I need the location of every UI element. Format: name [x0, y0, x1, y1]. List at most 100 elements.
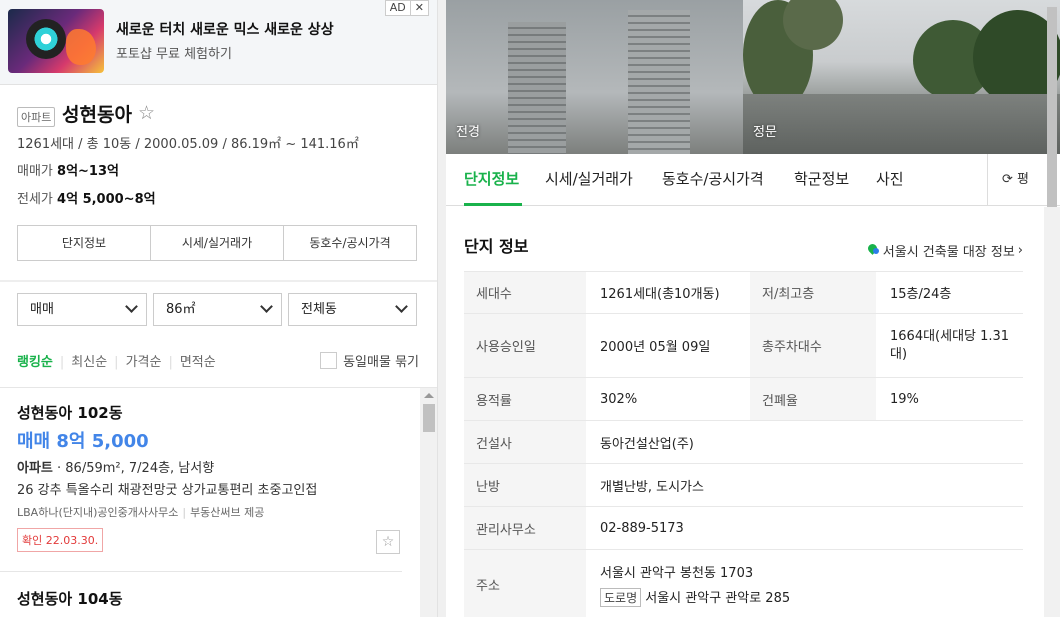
- dong-select[interactable]: 전체동: [288, 293, 417, 326]
- registry-link[interactable]: 서울시 건축물 대장 정보 ›: [867, 241, 1023, 260]
- area-select[interactable]: 86㎡: [153, 293, 282, 326]
- refresh-icon: ⟳: [1002, 172, 1013, 187]
- active-tab-indicator: [464, 203, 522, 206]
- table-row: 건설사 동아건설산업(주): [464, 420, 1023, 464]
- sale-price-value: 8억~13억: [57, 164, 119, 179]
- property-summary: 1261세대 / 총 10동 / 2000.05.09 / 86.19㎡ ~ 1…: [17, 137, 359, 152]
- ad-thumbnail[interactable]: [8, 9, 104, 73]
- table-row: 사용승인일 2000년 05월 09일 총주차대수 1664대(세대당 1.31…: [464, 313, 1023, 378]
- listing-spec: 아파트 · 86/59m², 7/24층, 남서향: [17, 457, 402, 476]
- panel-divider: [438, 0, 446, 617]
- table-row: 용적률 302% 건폐율 19%: [464, 377, 1023, 421]
- complex-info-table: 세대수 1261세대(총10개동) 저/최고층 15층/24층 사용승인일 20…: [464, 271, 1023, 617]
- listing-spec-text: · 86/59m², 7/24층, 남서향: [52, 461, 215, 476]
- photo-strip: 전경 정문: [446, 0, 1060, 154]
- photo-label: 정문: [753, 125, 777, 140]
- row-value: 개별난방, 도시가스: [586, 463, 1023, 507]
- trade-type-select[interactable]: 매매: [17, 293, 147, 326]
- card-title: 단지 정보: [464, 237, 529, 256]
- address-cell: 서울시 관악구 봉천동 1703 도로명 서울시 관악구 관악로 285: [586, 549, 1023, 617]
- listing-price: 매매 8억 5,000: [17, 431, 149, 452]
- row-key: 관리사무소: [464, 506, 586, 550]
- ad-subtitle[interactable]: 포토샵 무료 체험하기: [116, 43, 232, 62]
- tab-unit-public-price[interactable]: 동호수/공시가격: [662, 168, 764, 189]
- tab-photos[interactable]: 사진: [876, 168, 904, 189]
- favorite-star-icon[interactable]: ☆: [138, 102, 155, 124]
- left-panel: 새로운 터치 새로운 믹스 새로운 상상 포토샵 무료 체험하기 AD ✕ 아파…: [0, 0, 438, 617]
- listing-agent[interactable]: LBA하나(단지내)공인중개사사무소: [17, 506, 178, 519]
- property-type-tag: 아파트: [17, 107, 56, 127]
- sort-price[interactable]: 가격순: [126, 355, 162, 370]
- ad-banner[interactable]: 새로운 터치 새로운 믹스 새로운 상상 포토샵 무료 체험하기 AD ✕: [0, 0, 437, 85]
- detail-scrollbar[interactable]: [1044, 7, 1060, 617]
- scroll-thumb[interactable]: [423, 404, 435, 432]
- photo-label: 전경: [456, 125, 480, 140]
- list-item[interactable]: 성현동아 104동: [0, 572, 420, 609]
- road-name-tag: 도로명: [600, 588, 642, 608]
- photo-main-gate[interactable]: 정문: [743, 0, 1060, 154]
- trade-type-value: 매매: [30, 302, 54, 317]
- pyeong-label: 평: [1017, 172, 1030, 187]
- building-registry-icon: [867, 244, 880, 257]
- row-key: 총주차대수: [750, 313, 876, 378]
- property-name: 성현동아: [62, 104, 132, 126]
- ad-close-icon[interactable]: ✕: [409, 1, 428, 15]
- sale-price-line: 매매가 8억~13억: [17, 160, 119, 179]
- table-row: 주소 서울시 관악구 봉천동 1703 도로명 서울시 관악구 관악로 285: [464, 549, 1023, 617]
- listing-provider: 부동산써브 제공: [190, 506, 265, 519]
- jeonse-price-value: 4억 5,000~8억: [57, 192, 156, 207]
- listing-title[interactable]: 성현동아 104동: [17, 588, 420, 609]
- photo-overview[interactable]: 전경: [446, 0, 743, 154]
- jibun-address: 서울시 관악구 봉천동 1703: [600, 566, 754, 582]
- row-value: 1664대(세대당 1.31대): [876, 313, 1023, 378]
- row-key: 용적률: [464, 377, 586, 421]
- table-row: 세대수 1261세대(총10개동) 저/최고층 15층/24층: [464, 271, 1023, 314]
- sort-latest[interactable]: 최신순: [71, 355, 107, 370]
- jeonse-price-line: 전세가 4억 5,000~8억: [17, 188, 156, 207]
- tab-complex-info[interactable]: 단지정보: [18, 226, 150, 260]
- row-value: 1261세대(총10개동): [586, 271, 750, 314]
- scroll-up-icon[interactable]: [424, 393, 434, 398]
- row-value: 15층/24층: [876, 271, 1023, 314]
- registry-link-label[interactable]: 서울시 건축물 대장 정보: [883, 241, 1015, 260]
- filter-selects: 매매 86㎡ 전체동: [17, 293, 417, 326]
- listing-list: 성현동아 102동 매매 8억 5,000 아파트 · 86/59m², 7/2…: [0, 388, 420, 617]
- row-key: 주소: [464, 549, 586, 617]
- property-tab-buttons: 단지정보 시세/실거래가 동호수/공시가격: [17, 225, 417, 261]
- list-scrollbar[interactable]: [420, 388, 437, 617]
- chevron-down-icon: [260, 300, 273, 313]
- table-row: 관리사무소 02-889-5173: [464, 506, 1023, 550]
- ad-label: AD: [389, 1, 406, 14]
- sort-bar: 랭킹순 | 최신순 | 가격순 | 면적순 동일매물 묶기: [17, 351, 419, 371]
- tab-unit-public-price[interactable]: 동호수/공시가격: [283, 226, 416, 260]
- right-panel: 전경 정문 단지정보 시세/실거래가 동호수/공시가격 학군정보 사진 ⟳ 평 …: [446, 0, 1060, 617]
- scroll-thumb[interactable]: [1047, 7, 1057, 207]
- chevron-down-icon: [395, 300, 408, 313]
- ad-badge: AD ✕: [384, 0, 429, 16]
- sort-area[interactable]: 면적순: [180, 355, 216, 370]
- detail-tabs: 단지정보 시세/실거래가 동호수/공시가격 학군정보 사진 ⟳ 평: [446, 154, 1060, 206]
- complex-info-card: 단지 정보 서울시 건축물 대장 정보 › 세대수 1261세대(총10개동) …: [446, 207, 1044, 617]
- tab-price-trades[interactable]: 시세/실거래가: [545, 168, 633, 189]
- same-listing-checkbox[interactable]: [320, 352, 338, 369]
- tab-school-info[interactable]: 학군정보: [794, 168, 849, 189]
- ad-title[interactable]: 새로운 터치 새로운 믹스 새로운 상상: [116, 19, 334, 39]
- listing-description: 26 강추 특올수리 채광전망굿 상가교통편리 초중고인접: [17, 483, 318, 498]
- list-item[interactable]: 성현동아 102동 매매 8억 5,000 아파트 · 86/59m², 7/2…: [0, 388, 402, 572]
- detail-body: 단지 정보 서울시 건축물 대장 정보 › 세대수 1261세대(총10개동) …: [446, 7, 1060, 617]
- chevron-right-icon: ›: [1017, 243, 1023, 258]
- sort-ranking[interactable]: 랭킹순: [17, 355, 53, 370]
- same-listing-toggle[interactable]: 동일매물 묶기: [320, 351, 419, 370]
- row-value: 302%: [586, 377, 750, 421]
- listing-kind: 아파트: [17, 461, 53, 476]
- row-key: 건설사: [464, 420, 586, 464]
- road-address: 서울시 관악구 관악로 285: [645, 591, 791, 607]
- tab-complex-info[interactable]: 단지정보: [464, 168, 519, 189]
- section-divider: [0, 280, 437, 282]
- row-value: 동아건설산업(주): [586, 420, 1023, 464]
- favorite-star-icon[interactable]: ☆: [376, 530, 400, 554]
- tab-price-trades[interactable]: 시세/실거래가: [150, 226, 283, 260]
- area-value: 86㎡: [166, 302, 196, 317]
- listing-title[interactable]: 성현동아 102동: [17, 402, 402, 423]
- row-key: 난방: [464, 463, 586, 507]
